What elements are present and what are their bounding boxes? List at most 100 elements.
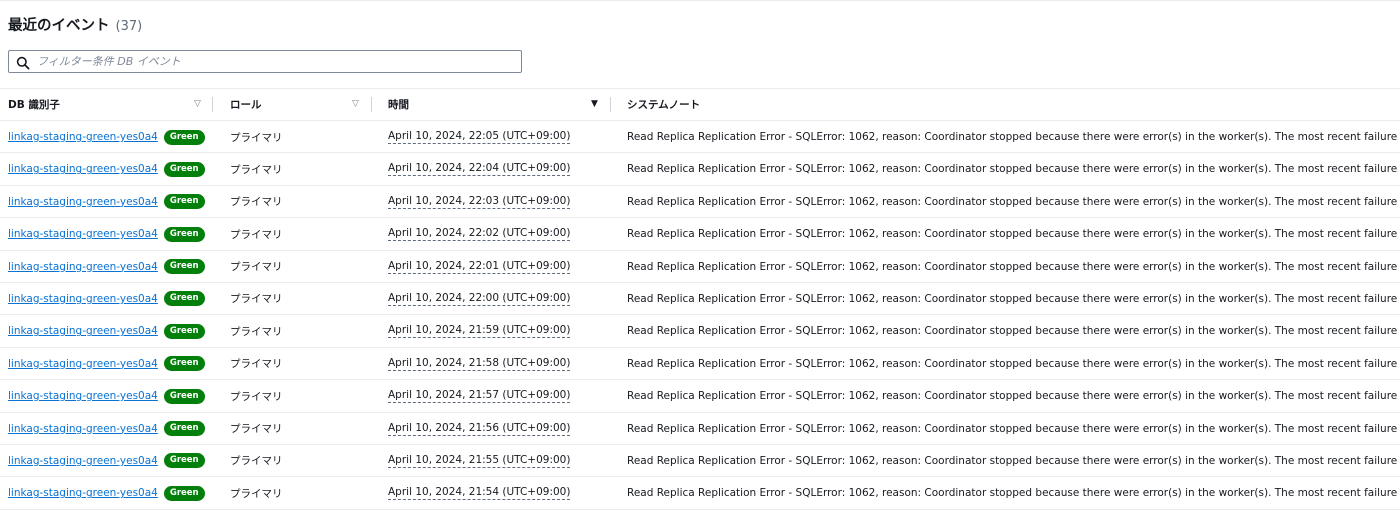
status-badge: Green [163,161,205,177]
event-time[interactable]: April 10, 2024, 21:56 (UTC+09:00) [388,422,571,436]
db-identifier-link[interactable]: linkag-staging-green-yes0a4 [8,487,158,499]
db-identifier-link[interactable]: linkag-staging-green-yes0a4 [8,293,158,305]
system-note-cell: Read Replica Replication Error - SQLErro… [627,283,1400,315]
event-time[interactable]: April 10, 2024, 21:58 (UTC+09:00) [388,357,571,371]
status-badge: Green [163,356,205,372]
db-identifier-cell: linkag-staging-green-yes0a4 Green [8,380,205,412]
time-cell: April 10, 2024, 21:56 (UTC+09:00) [388,413,571,445]
system-note-text: Read Replica Replication Error - SQLErro… [627,163,1400,176]
table-row: linkag-staging-green-yes0a4 Green プライマリ Apr… [0,380,1400,413]
column-label-note: システムノート [627,99,701,111]
db-identifier-cell: linkag-staging-green-yes0a4 Green [8,348,205,380]
role-text: プライマリ [230,455,283,468]
db-identifier-cell: linkag-staging-green-yes0a4 Green [8,477,205,509]
db-identifier-link[interactable]: linkag-staging-green-yes0a4 [8,390,158,402]
system-note-text: Read Replica Replication Error - SQLErro… [627,487,1400,500]
db-identifier-cell: linkag-staging-green-yes0a4 Green [8,445,205,477]
event-time[interactable]: April 10, 2024, 22:05 (UTC+09:00) [388,130,571,144]
db-identifier-link[interactable]: linkag-staging-green-yes0a4 [8,131,158,143]
role-text: プライマリ [230,390,283,403]
column-resizer[interactable] [212,97,213,112]
time-cell: April 10, 2024, 22:01 (UTC+09:00) [388,251,571,283]
sort-down-icon[interactable]: ▽ [194,99,201,109]
event-time[interactable]: April 10, 2024, 21:59 (UTC+09:00) [388,324,571,339]
system-note-text: Read Replica Replication Error - SQLErro… [627,195,1400,208]
status-badge: Green [163,421,205,437]
system-note-cell: Read Replica Replication Error - SQLErro… [627,348,1400,380]
column-label-db: DB 識別子 [8,99,60,111]
table-row: linkag-staging-green-yes0a4 Green プライマリ Apr… [0,283,1400,316]
sort-descending-icon[interactable]: ▼ [591,99,598,109]
status-badge: Green [163,485,205,501]
event-time[interactable]: April 10, 2024, 22:00 (UTC+09:00) [388,292,571,306]
db-identifier-cell: linkag-staging-green-yes0a4 Green [8,218,205,250]
table-header: DB 識別子 ▽ ロール ▽ 時間 ▼ システムノート [0,88,1400,121]
system-note-text: Read Replica Replication Error - SQLErro… [627,357,1400,370]
status-badge: Green [163,194,205,210]
db-identifier-link[interactable]: linkag-staging-green-yes0a4 [8,228,158,240]
db-identifier-link[interactable]: linkag-staging-green-yes0a4 [8,261,158,273]
db-identifier-cell: linkag-staging-green-yes0a4 Green [8,413,205,445]
status-badge: Green [163,453,205,469]
filter-box[interactable] [8,50,522,73]
system-note-cell: Read Replica Replication Error - SQLErro… [627,186,1400,218]
role-cell: プライマリ [230,477,283,509]
db-identifier-link[interactable]: linkag-staging-green-yes0a4 [8,163,158,175]
status-badge: Green [163,259,205,275]
table-row: linkag-staging-green-yes0a4 Green プライマリ Apr… [0,121,1400,154]
table-row: linkag-staging-green-yes0a4 Green プライマリ Apr… [0,413,1400,445]
db-identifier-link[interactable]: linkag-staging-green-yes0a4 [8,423,158,435]
db-identifier-link[interactable]: linkag-staging-green-yes0a4 [8,325,158,337]
role-cell: プライマリ [230,413,283,445]
time-cell: April 10, 2024, 21:57 (UTC+09:00) [388,380,571,412]
db-identifier-link[interactable]: linkag-staging-green-yes0a4 [8,358,158,370]
column-header-db-identifier[interactable]: DB 識別子 [8,89,60,120]
role-text: プライマリ [230,325,283,338]
column-header-time[interactable]: 時間 [388,89,409,120]
table-row: linkag-staging-green-yes0a4 Green プライマリ Apr… [0,218,1400,251]
db-identifier-cell: linkag-staging-green-yes0a4 Green [8,153,205,185]
role-cell: プライマリ [230,348,283,380]
role-cell: プライマリ [230,121,283,153]
role-cell: プライマリ [230,315,283,347]
system-note-text: Read Replica Replication Error - SQLErro… [627,292,1400,305]
system-note-cell: Read Replica Replication Error - SQLErro… [627,218,1400,250]
role-cell: プライマリ [230,153,283,185]
role-cell: プライマリ [230,445,283,477]
column-resizer[interactable] [610,97,611,112]
time-cell: April 10, 2024, 22:05 (UTC+09:00) [388,121,571,153]
system-note-text: Read Replica Replication Error - SQLErro… [627,131,1400,143]
table-row: linkag-staging-green-yes0a4 Green プライマリ Apr… [0,251,1400,283]
event-time[interactable]: April 10, 2024, 21:57 (UTC+09:00) [388,389,571,404]
events-table: DB 識別子 ▽ ロール ▽ 時間 ▼ システムノート linkag-stagi… [0,88,1400,510]
event-time[interactable]: April 10, 2024, 21:54 (UTC+09:00) [388,486,571,501]
event-time[interactable]: April 10, 2024, 22:03 (UTC+09:00) [388,195,571,209]
time-cell: April 10, 2024, 21:54 (UTC+09:00) [388,477,571,509]
sort-down-icon[interactable]: ▽ [352,99,359,109]
role-cell: プライマリ [230,251,283,283]
table-row: linkag-staging-green-yes0a4 Green プライマリ Apr… [0,186,1400,219]
system-note-cell: Read Replica Replication Error - SQLErro… [627,380,1400,412]
system-note-cell: Read Replica Replication Error - SQLErro… [627,445,1400,477]
column-resizer[interactable] [371,97,372,112]
role-text: プライマリ [230,228,283,241]
search-icon [16,55,30,70]
status-badge: Green [163,388,205,404]
role-cell: プライマリ [230,218,283,250]
event-time[interactable]: April 10, 2024, 22:02 (UTC+09:00) [388,227,571,242]
db-identifier-link[interactable]: linkag-staging-green-yes0a4 [8,196,158,208]
event-time[interactable]: April 10, 2024, 21:55 (UTC+09:00) [388,454,571,468]
column-header-system-note[interactable]: システムノート [627,89,700,120]
table-row: linkag-staging-green-yes0a4 Green プライマリ Apr… [0,153,1400,186]
role-text: プライマリ [230,131,283,144]
table-row: linkag-staging-green-yes0a4 Green プライマリ Apr… [0,477,1400,510]
filter-input[interactable] [37,52,521,71]
event-time[interactable]: April 10, 2024, 22:01 (UTC+09:00) [388,260,571,274]
event-time[interactable]: April 10, 2024, 22:04 (UTC+09:00) [388,162,571,177]
db-identifier-cell: linkag-staging-green-yes0a4 Green [8,251,205,283]
column-header-role[interactable]: ロール [230,89,262,120]
table-row: linkag-staging-green-yes0a4 Green プライマリ Apr… [0,445,1400,478]
status-badge: Green [163,226,205,242]
role-text: プライマリ [230,196,283,209]
db-identifier-link[interactable]: linkag-staging-green-yes0a4 [8,455,158,467]
